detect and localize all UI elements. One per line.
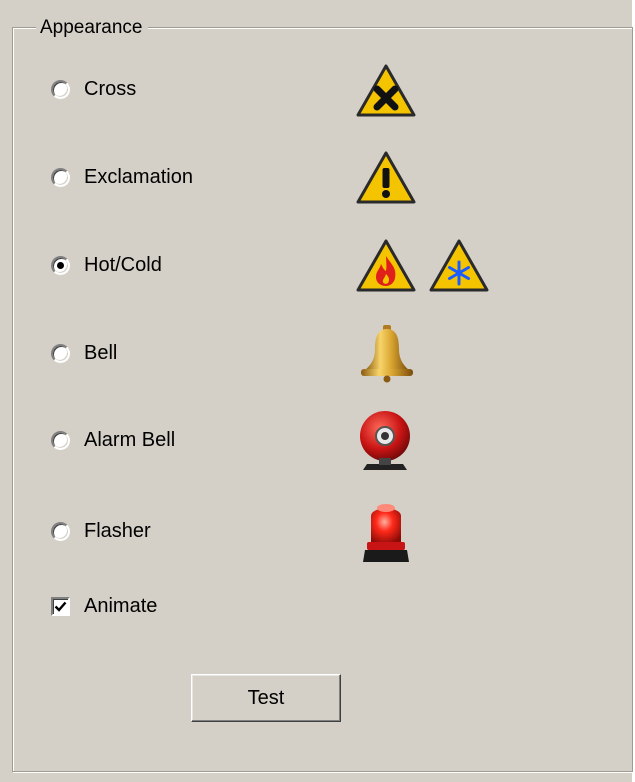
radio-button[interactable]	[51, 79, 70, 99]
animate-checkbox-row[interactable]: Animate	[51, 592, 157, 620]
radio-option-alarm-bell[interactable]: Alarm Bell	[51, 426, 175, 454]
appearance-groupbox	[12, 27, 633, 772]
option-label: Exclamation	[84, 165, 193, 188]
test-button[interactable]: Test	[191, 674, 341, 722]
hot-flame-icon	[356, 239, 416, 292]
hazard-cross-icon	[355, 63, 417, 125]
appearance-panel: Appearance Cross Exclamation Hot/Cold Be…	[0, 0, 635, 782]
radio-button[interactable]	[51, 255, 70, 275]
radio-button[interactable]	[51, 430, 70, 450]
hazard-exclamation-icon	[355, 150, 417, 212]
radio-option-hot-cold[interactable]: Hot/Cold	[51, 251, 162, 279]
radio-option-flasher[interactable]: Flasher	[51, 517, 151, 545]
radio-button[interactable]	[51, 343, 70, 363]
option-label: Flasher	[84, 519, 151, 542]
radio-button[interactable]	[51, 521, 70, 541]
bell-icon	[357, 323, 419, 385]
radio-button[interactable]	[51, 167, 70, 187]
option-label: Bell	[84, 341, 118, 364]
alarm-bell-icon	[357, 408, 419, 470]
flasher-icon	[359, 500, 421, 562]
option-label: Alarm Bell	[84, 428, 176, 451]
groupbox-title: Appearance	[36, 16, 149, 40]
checkmark-icon	[54, 601, 67, 612]
option-label: Cross	[84, 77, 137, 100]
hazard-hot-cold-icon	[355, 238, 495, 300]
radio-option-bell[interactable]: Bell	[51, 339, 117, 367]
cold-snowflake-icon	[429, 239, 489, 292]
option-label: Hot/Cold	[84, 253, 162, 276]
radio-selected-dot	[57, 261, 64, 269]
radio-option-cross[interactable]: Cross	[51, 75, 136, 103]
radio-option-exclamation[interactable]: Exclamation	[51, 163, 193, 191]
animate-checkbox[interactable]	[51, 596, 70, 616]
animate-label: Animate	[84, 594, 158, 617]
